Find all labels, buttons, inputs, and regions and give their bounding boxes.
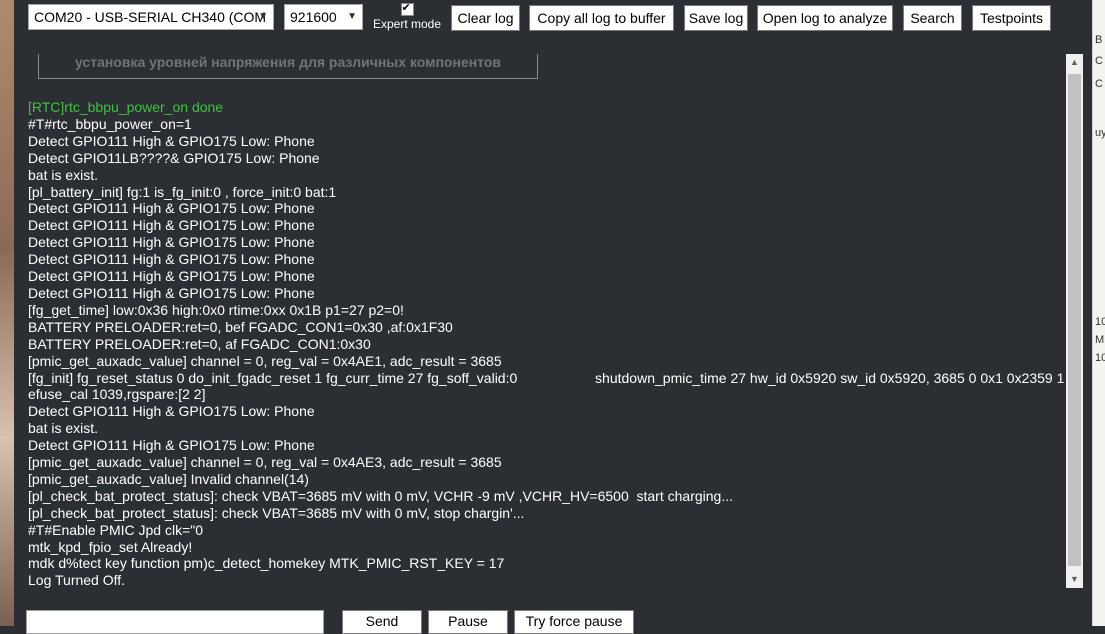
- open-log-button[interactable]: Open log to analyze: [757, 5, 893, 31]
- log-line: [pmic_get_auxadc_value] channel = 0, reg…: [28, 454, 502, 471]
- baud-rate-value: 921600: [290, 9, 337, 25]
- log-line: mtk_kpd_fpio_set Already!: [28, 538, 193, 555]
- log-line: #T#Enable PMIC Jpd clk="0: [28, 521, 203, 538]
- command-input[interactable]: [26, 610, 324, 634]
- log-lines: [RTC]rtc_bbpu_power_on done #T#rtc_bbpu_p…: [28, 99, 1066, 589]
- chevron-down-icon: ▼: [347, 11, 357, 22]
- background-window-text: 10: [1095, 352, 1105, 364]
- pause-button[interactable]: Pause: [428, 610, 508, 634]
- log-line: [RTC]rtc_bbpu_power_on done: [28, 99, 224, 115]
- voltage-info-banner: установка уровней напряжения для различн…: [38, 54, 538, 79]
- log-line: BATTERY PRELOADER:ret=0, bef FGADC_CON1=…: [28, 318, 453, 335]
- log-line: bat is exist.: [28, 166, 99, 183]
- log-output[interactable]: установка уровней напряжения для различн…: [14, 54, 1066, 590]
- log-line: Detect GPIO111 High & GPIO175 Low: Phone: [28, 268, 315, 285]
- scroll-down-arrow-icon[interactable]: ▼: [1066, 571, 1083, 588]
- log-line: Detect GPIO111 High & GPIO175 Low: Phone: [28, 217, 315, 234]
- background-window-edge-left: [0, 0, 14, 626]
- log-line: [pl_check_bat_protect_status]: check VBA…: [28, 504, 525, 521]
- log-line: Detect GPIO111 High & GPIO175 Low: Phone: [28, 234, 315, 251]
- copy-all-log-button[interactable]: Copy all log to buffer: [529, 5, 674, 31]
- log-line: mdk d%tect key function pm)c_detect_home…: [28, 555, 505, 572]
- force-pause-button[interactable]: Try force pause: [514, 610, 634, 634]
- expert-mode-checkbox[interactable]: [400, 1, 414, 16]
- send-button[interactable]: Send: [342, 610, 422, 634]
- log-tool-window: COM20 - USB-SERIAL CH340 (COM ▼ 921600 ▼…: [14, 0, 1092, 634]
- scroll-up-arrow-icon[interactable]: ▲: [1066, 54, 1083, 71]
- scrollbar-thumb[interactable]: [1068, 74, 1081, 566]
- log-line: [pmic_get_auxadc_value] channel = 0, reg…: [28, 352, 502, 369]
- log-line: Detect GPIO11LB????& GPIO175 Low: Phone: [28, 149, 320, 166]
- log-line: [fg_init] fg_reset_status 0 do_init_fgad…: [28, 369, 1066, 386]
- search-button[interactable]: Search: [903, 5, 962, 31]
- background-window-text: M: [1095, 334, 1105, 346]
- log-line: Detect GPIO111 High & GPIO175 Low: Phone: [28, 132, 315, 149]
- log-line: [fg_get_time] low:0x36 high:0x0 rtime:0x…: [28, 301, 404, 318]
- log-line: #T#rtc_bbpu_power_on=1: [28, 115, 192, 132]
- expert-mode-label: Expert mode: [372, 17, 442, 31]
- log-line: Detect GPIO111 High & GPIO175 Low: Phone: [28, 437, 315, 454]
- log-line: Detect GPIO111 High & GPIO175 Low: Phone: [28, 403, 315, 420]
- expert-mode-toggle[interactable]: Expert mode: [371, 1, 443, 31]
- log-line: [pmic_get_auxadc_value] Invalid channel(…: [28, 470, 309, 487]
- port-select-value: COM20 - USB-SERIAL CH340 (COM: [34, 9, 267, 25]
- testpoints-button[interactable]: Testpoints: [972, 5, 1051, 31]
- log-line: Log Turned Off.: [28, 572, 126, 589]
- background-window-text: uy: [1095, 127, 1105, 139]
- chevron-down-icon: ▼: [258, 11, 268, 22]
- log-line: Detect GPIO111 High & GPIO175 Low: Phone: [28, 284, 315, 301]
- baud-rate-select[interactable]: 921600 ▼: [284, 4, 363, 30]
- background-window-text: C: [1095, 78, 1103, 90]
- log-line: [pl_check_bat_protect_status]: check VBA…: [28, 487, 733, 504]
- log-scrollbar[interactable]: ▲ ▼: [1066, 54, 1083, 588]
- log-line: bat is exist.: [28, 420, 99, 437]
- background-window-edge-right: BCCuy10M10: [1092, 0, 1105, 626]
- background-window-text: B: [1095, 34, 1103, 46]
- save-log-button[interactable]: Save log: [684, 5, 748, 31]
- log-line: Detect GPIO111 High & GPIO175 Low: Phone: [28, 251, 315, 268]
- log-line: [pl_battery_init] fg:1 is_fg_init:0 , fo…: [28, 183, 337, 200]
- log-line: BATTERY PRELOADER:ret=0, af FGADC_CON1:0…: [28, 335, 371, 352]
- background-window-text: C: [1095, 55, 1103, 67]
- clear-log-button[interactable]: Clear log: [451, 5, 520, 31]
- background-window-text: 10: [1095, 316, 1105, 328]
- port-select[interactable]: COM20 - USB-SERIAL CH340 (COM ▼: [28, 4, 274, 30]
- log-line: Detect GPIO111 High & GPIO175 Low: Phone: [28, 200, 315, 217]
- log-line: efuse_cal 1039,rgspare:[2 2]: [28, 386, 206, 403]
